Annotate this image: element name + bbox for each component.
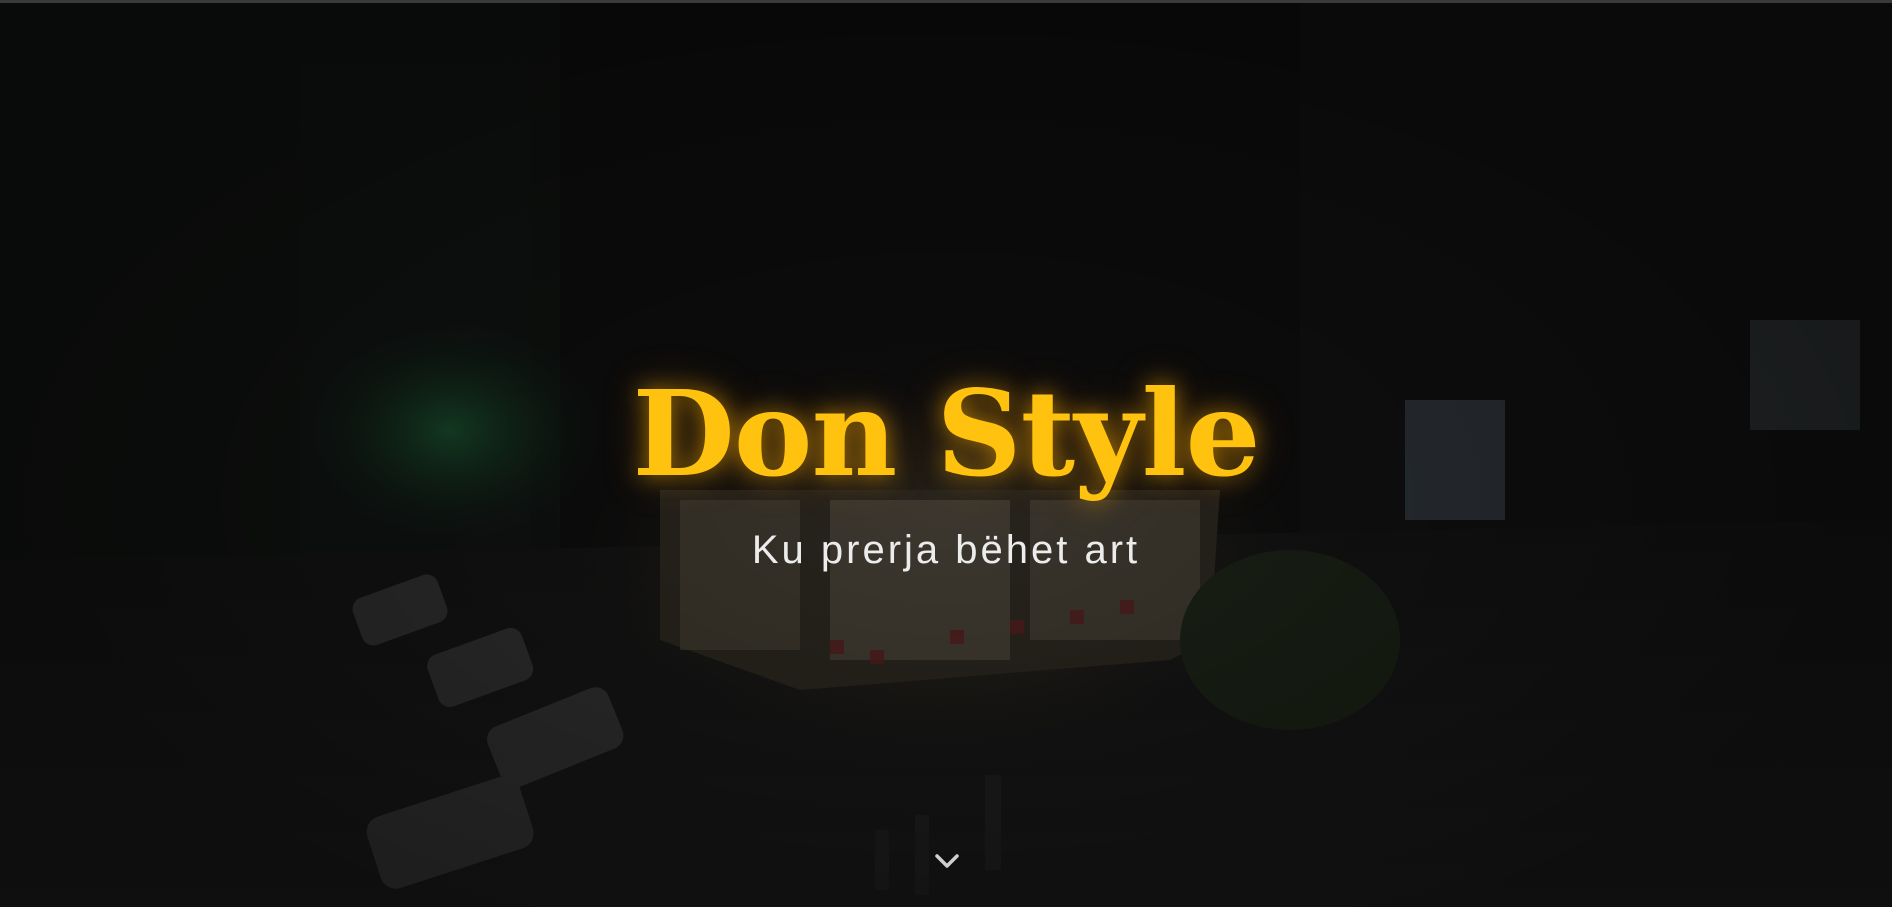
top-border (0, 0, 1892, 3)
chevron-down-icon (935, 854, 959, 868)
hero-section: Don Style Ku prerja bëhet art (0, 0, 1892, 907)
scroll-down-button[interactable] (930, 846, 964, 876)
tagline: Ku prerja bëhet art (751, 528, 1141, 572)
page-title: Don Style (632, 364, 1260, 503)
